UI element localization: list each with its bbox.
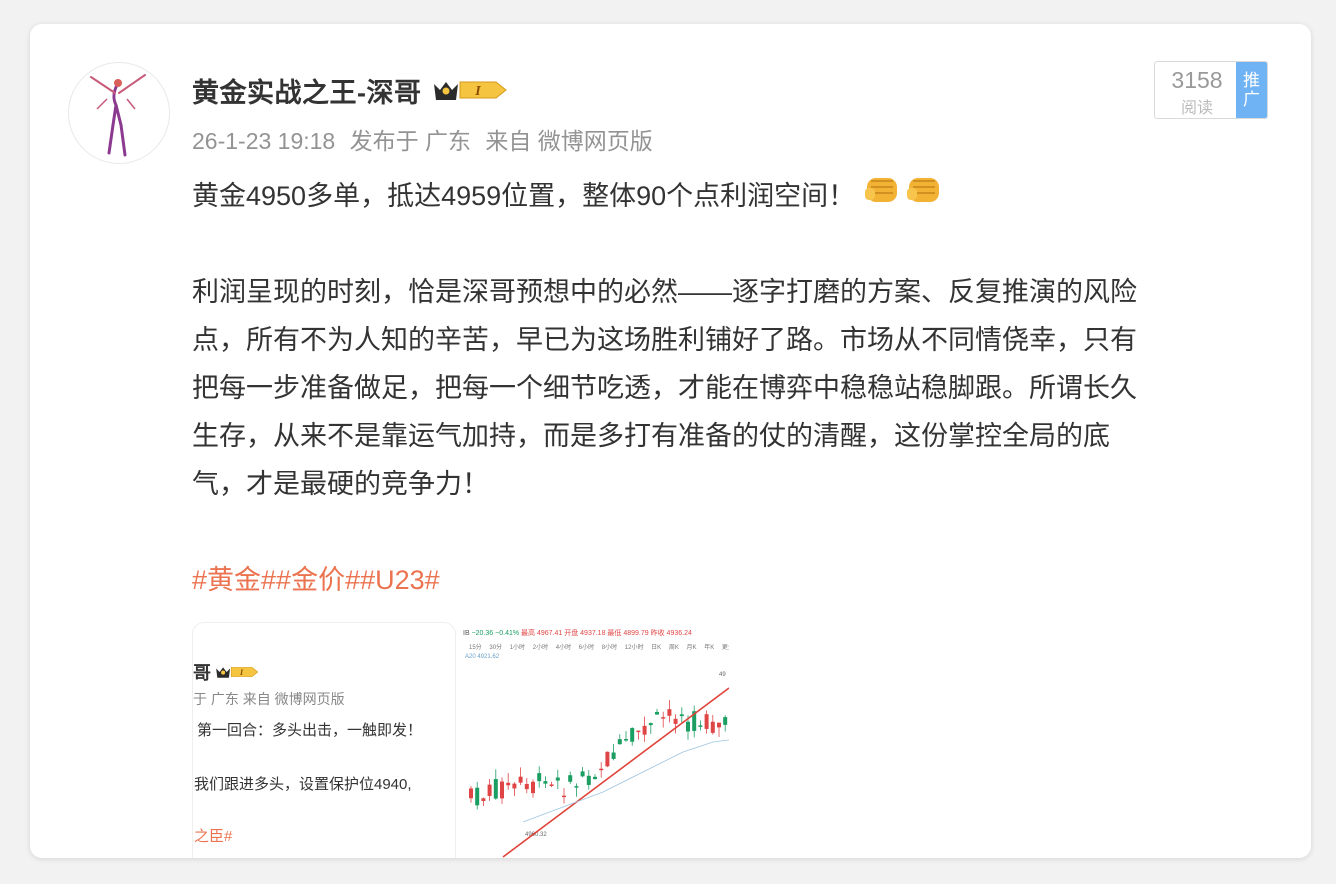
candle-body: [574, 786, 579, 788]
post-content: 黄金4950多单，抵达4959位置，整体90个点利润空间！ 利润呈现的时刻，恰是…: [192, 172, 1282, 604]
post-time[interactable]: 26-1-23 19:18: [192, 128, 335, 154]
candle-body: [543, 781, 548, 784]
candle-body: [617, 739, 622, 745]
promote-label-1: 推: [1243, 71, 1260, 90]
hashtag-gold[interactable]: #黄金#: [192, 565, 276, 595]
thumb-username: 哥: [193, 663, 211, 683]
candle-body: [642, 725, 647, 735]
candle-body: [648, 723, 653, 726]
paragraph-line: 利润呈现的时刻，恰是深哥预想中的必然——逐字打磨的方案、反复推演的风险: [192, 277, 1137, 307]
candle-body: [717, 722, 721, 728]
hashtag-gold-price[interactable]: #金价#: [276, 565, 360, 595]
vip-crown-badge-icon[interactable]: I: [432, 76, 508, 104]
hashtag-u23[interactable]: #U23#: [360, 565, 440, 595]
candle-body: [686, 721, 690, 732]
candle-body: [562, 795, 566, 798]
candle-body: [679, 714, 684, 717]
moving-average-line: [522, 739, 729, 823]
candle-body: [493, 779, 498, 799]
candle-body: [580, 771, 585, 777]
candle-body: [568, 775, 573, 782]
weibo-post-card: 黄金实战之王-深哥 I 26-1-23 19:18 发布于 广东 来自 微博网页…: [30, 24, 1311, 858]
candle-body: [524, 783, 529, 790]
candlestick-chart: [469, 687, 729, 858]
candle-body: [673, 718, 678, 724]
post-meta: 26-1-23 19:18 发布于 广东 来自 微博网页版: [192, 122, 661, 156]
candle-body: [698, 725, 703, 727]
candle-body: [555, 777, 560, 781]
avatar[interactable]: [68, 62, 170, 164]
thumb-meta: 于 广东 来自 微博网页版: [193, 691, 345, 707]
post-source: 来自 微博网页版: [485, 128, 653, 154]
username[interactable]: 黄金实战之王-深哥: [192, 71, 422, 110]
candle-body: [475, 787, 480, 806]
paragraph-line: 气，才是最硬的竞争力！: [192, 469, 489, 499]
candle-body: [469, 788, 473, 799]
candle-body: [605, 751, 610, 767]
promote-label-2: 广: [1243, 90, 1260, 109]
post-paragraph: 利润呈现的时刻，恰是深哥预想中的必然——逐字打磨的方案、反复推演的风险 点，所有…: [192, 268, 1282, 508]
candle-body: [636, 730, 641, 733]
candle-body: [655, 711, 659, 715]
thumb-text-2: ，我们跟进多头，设置保护位4940,: [192, 776, 412, 793]
image-thumbnail-1[interactable]: 哥 I 于 广东 来自 微博网页版 第一回合：多头出击，一触即发！ ，我们跟进多…: [192, 622, 456, 858]
paragraph-line: 生存，从来不是靠运气加持，而是多打有准备的仗的清醒，这份掌控全局的底: [192, 421, 1110, 451]
candle-body: [531, 781, 535, 794]
read-count: 3158: [1171, 67, 1223, 93]
candle-body: [549, 784, 554, 786]
candle-body: [630, 728, 635, 742]
post-location: 发布于 广东: [349, 128, 472, 154]
candle-body: [667, 709, 672, 716]
candle-body: [537, 773, 542, 782]
trend-line: [502, 687, 729, 858]
thumb-hashtag: 二之臣#: [193, 828, 233, 845]
candle-body: [661, 717, 666, 719]
read-count-box: 3158 阅读 推 广: [1154, 61, 1268, 119]
candle-body: [518, 776, 523, 783]
candle-body: [723, 717, 728, 725]
candle-body: [500, 781, 504, 799]
candle-body: [710, 721, 715, 733]
candle-body: [487, 784, 492, 796]
paragraph-line: 把每一步准备做足，把每一个细节吃透，才能在博弈中稳稳站稳脚跟。所谓长久: [192, 373, 1137, 403]
candle-body: [512, 783, 517, 789]
promote-button[interactable]: 推 广: [1236, 62, 1267, 118]
author-row: 黄金实战之王-深哥 I: [192, 72, 508, 108]
hashtags: #黄金##金价##U23#: [192, 556, 1282, 604]
post-headline: 黄金4950多单，抵达4959位置，整体90个点利润空间！: [192, 181, 856, 211]
paragraph-line: 点，所有不为人知的辛苦，早已为这场胜利铺好了路。市场从不同情侥幸，只有: [192, 325, 1137, 355]
vip-level-text: I: [474, 84, 481, 99]
candle-body: [506, 782, 511, 786]
vip-crown-badge-icon: I: [216, 667, 259, 678]
candle-body: [586, 775, 591, 785]
image-thumbnail-2[interactable]: IB −20.36 −0.41% 最高 4967.41 开盘 4937.18 最…: [463, 622, 729, 858]
fist-icon: [863, 172, 943, 221]
read-label: 阅读: [1180, 100, 1213, 117]
thumb-text-1: 第一回合：多头出击，一触即发！: [197, 722, 423, 739]
candle-body: [704, 714, 709, 729]
candle-body: [611, 752, 616, 759]
candle-body: [599, 768, 604, 771]
candle-body: [624, 739, 628, 741]
candle-body: [593, 776, 597, 780]
candle-body: [481, 798, 486, 801]
